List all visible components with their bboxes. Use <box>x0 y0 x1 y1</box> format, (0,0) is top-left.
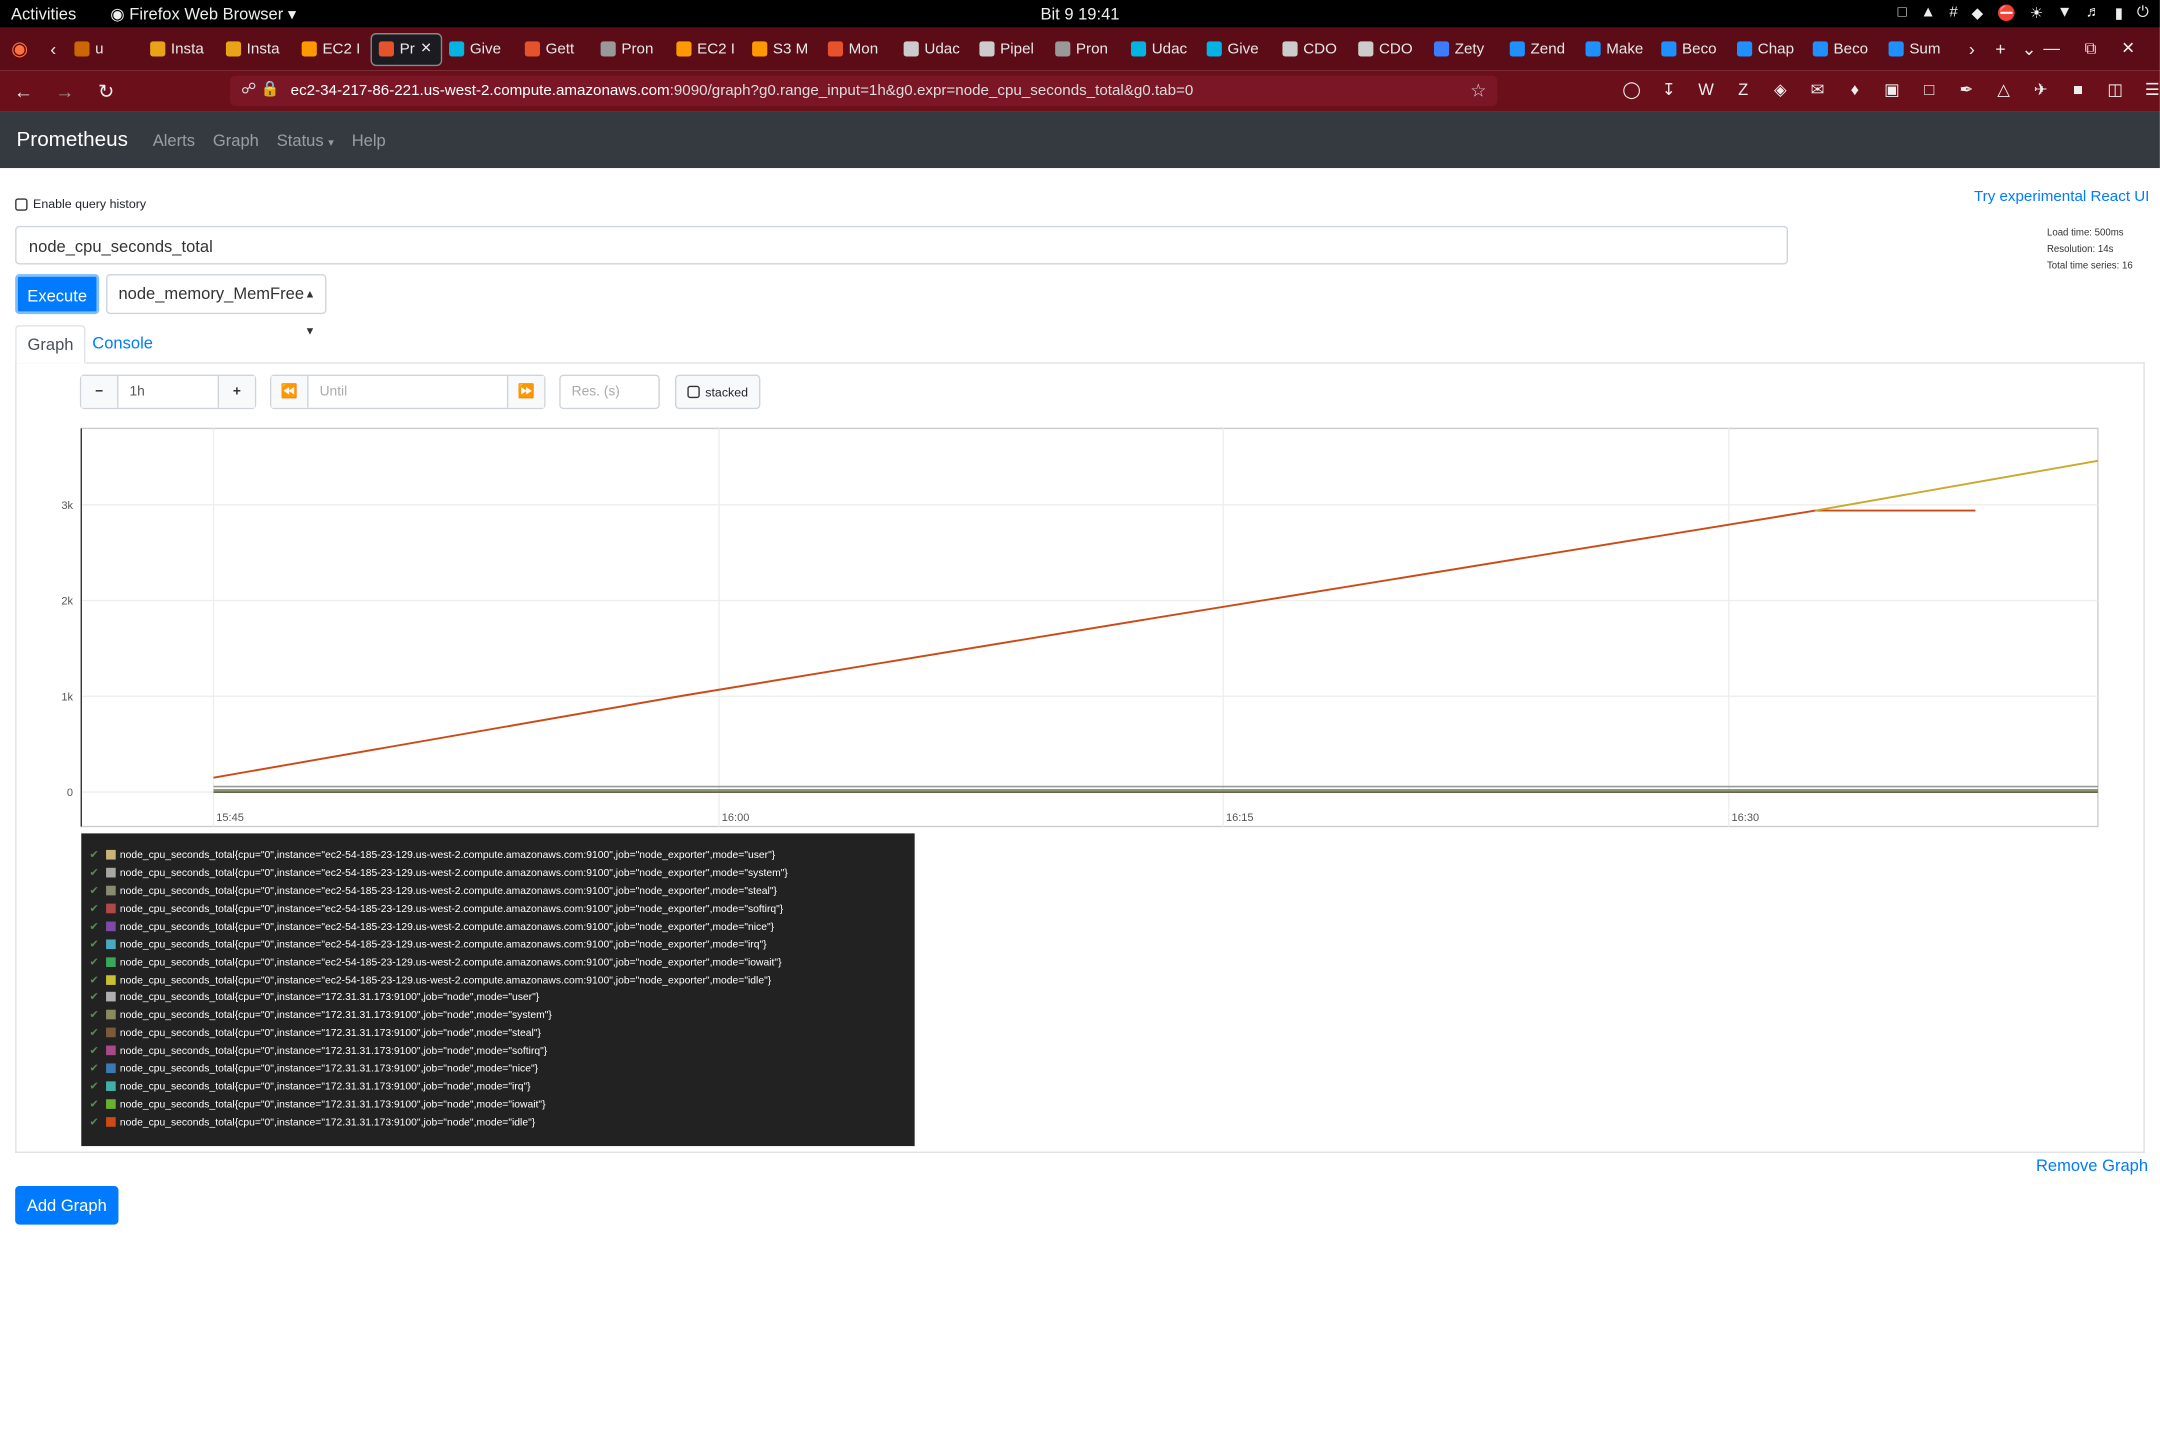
legend-item[interactable]: ✔ node_cpu_seconds_total{cpu="0",instance… <box>90 1060 907 1078</box>
add-graph-button[interactable]: Add Graph <box>15 1186 119 1225</box>
legend-label: node_cpu_seconds_total{cpu="0",instance=… <box>119 955 782 968</box>
legend-label: node_cpu_seconds_total{cpu="0",instance=… <box>119 1026 541 1040</box>
series-swatch <box>106 903 116 913</box>
legend-item[interactable]: ✔ node_cpu_seconds_total{cpu="0",instance… <box>90 1006 907 1024</box>
check-icon[interactable]: ✔ <box>90 955 102 967</box>
graph-chart[interactable]: 0 1k 2k 3k 15:45 16:00 16:15 16:30 <box>0 0 2160 1439</box>
check-icon[interactable]: ✔ <box>90 884 102 896</box>
series-swatch <box>106 938 116 949</box>
legend-item[interactable]: ✔ node_cpu_seconds_total{cpu="0",instance… <box>90 1024 907 1042</box>
check-icon[interactable]: ✔ <box>90 938 102 950</box>
y-tick-label: 0 <box>67 787 73 799</box>
x-tick-label: 16:30 <box>1732 812 1760 824</box>
check-icon[interactable]: ✔ <box>90 1116 102 1128</box>
y-tick-label: 3k <box>61 500 73 512</box>
series-swatch <box>106 849 116 860</box>
remove-graph-link[interactable]: Remove Graph <box>2036 1156 2148 1175</box>
x-tick-label: 16:00 <box>722 812 750 824</box>
x-tick-label: 15:45 <box>216 812 244 824</box>
legend-rows: ✔ node_cpu_seconds_total{cpu="0",instance… <box>90 846 907 1131</box>
check-icon[interactable]: ✔ <box>90 973 102 985</box>
series-swatch <box>106 1028 116 1038</box>
x-tick-label: 16:15 <box>1226 812 1254 824</box>
series-swatch <box>106 1117 116 1127</box>
legend-item[interactable]: ✔ node_cpu_seconds_total{cpu="0",instance… <box>90 971 907 989</box>
series-swatch <box>106 1045 116 1056</box>
legend-label: node_cpu_seconds_total{cpu="0",instance=… <box>119 919 775 933</box>
series-swatch <box>106 992 116 1003</box>
legend-label: node_cpu_seconds_total{cpu="0",instance=… <box>119 937 767 951</box>
series-swatch <box>106 1099 116 1110</box>
legend-item[interactable]: ✔ node_cpu_seconds_total{cpu="0",instance… <box>90 1042 907 1060</box>
series-swatch <box>106 921 116 931</box>
legend-label: node_cpu_seconds_total{cpu="0",instance=… <box>119 973 772 986</box>
check-icon[interactable]: ✔ <box>90 1062 102 1074</box>
legend-item[interactable]: ✔ node_cpu_seconds_total{cpu="0",instance… <box>90 864 907 882</box>
legend-label: node_cpu_seconds_total{cpu="0",instance=… <box>119 1097 546 1111</box>
legend-item[interactable]: ✔ node_cpu_seconds_total{cpu="0",instance… <box>90 953 907 971</box>
legend-item[interactable]: ✔ node_cpu_seconds_total{cpu="0",instance… <box>90 1113 907 1131</box>
legend-item[interactable]: ✔ node_cpu_seconds_total{cpu="0",instance… <box>90 988 907 1006</box>
check-icon[interactable]: ✔ <box>90 991 102 1003</box>
y-tick-label: 2k <box>61 596 73 608</box>
check-icon[interactable]: ✔ <box>90 1080 102 1092</box>
legend-item[interactable]: ✔ node_cpu_seconds_total{cpu="0",instance… <box>90 917 907 935</box>
series-swatch <box>106 1010 116 1020</box>
legend-label: node_cpu_seconds_total{cpu="0",instance=… <box>119 866 788 879</box>
check-icon[interactable]: ✔ <box>90 1045 102 1057</box>
check-icon[interactable]: ✔ <box>90 902 102 914</box>
check-icon[interactable]: ✔ <box>90 1009 102 1021</box>
legend-item[interactable]: ✔ node_cpu_seconds_total{cpu="0",instance… <box>90 1095 907 1113</box>
check-icon[interactable]: ✔ <box>90 1098 102 1110</box>
legend-label: node_cpu_seconds_total{cpu="0",instance=… <box>119 901 784 915</box>
y-tick-label: 1k <box>61 691 73 703</box>
legend-label: node_cpu_seconds_total{cpu="0",instance=… <box>119 848 776 861</box>
series-swatch <box>106 974 116 985</box>
series-swatch <box>106 867 116 878</box>
check-icon[interactable]: ✔ <box>90 920 102 932</box>
legend-label: node_cpu_seconds_total{cpu="0",instance=… <box>119 1062 539 1075</box>
legend-label: node_cpu_seconds_total{cpu="0",instance=… <box>119 884 777 897</box>
legend-label: node_cpu_seconds_total{cpu="0",instance=… <box>119 1044 548 1057</box>
plot-area <box>80 427 2099 828</box>
series-swatch <box>106 1081 116 1092</box>
legend-item[interactable]: ✔ node_cpu_seconds_total{cpu="0",instance… <box>90 1077 907 1095</box>
check-icon[interactable]: ✔ <box>90 1027 102 1039</box>
series-swatch <box>106 1063 116 1074</box>
legend-label: node_cpu_seconds_total{cpu="0",instance=… <box>119 1008 552 1022</box>
legend-label: node_cpu_seconds_total{cpu="0",instance=… <box>119 991 540 1004</box>
series-swatch <box>106 956 116 967</box>
legend-label: node_cpu_seconds_total{cpu="0",instance=… <box>119 1115 536 1129</box>
legend-item[interactable]: ✔ node_cpu_seconds_total{cpu="0",instance… <box>90 899 907 917</box>
legend-label: node_cpu_seconds_total{cpu="0",instance=… <box>119 1080 531 1093</box>
legend-item[interactable]: ✔ node_cpu_seconds_total{cpu="0",instance… <box>90 881 907 899</box>
graph-legend: ✔ node_cpu_seconds_total{cpu="0",instance… <box>81 833 915 1147</box>
screen: Activities ◉ Firefox Web Browser ▾ Bit 9… <box>0 0 2160 1440</box>
legend-item[interactable]: ✔ node_cpu_seconds_total{cpu="0",instance… <box>90 846 907 864</box>
check-icon[interactable]: ✔ <box>90 866 102 878</box>
legend-item[interactable]: ✔ node_cpu_seconds_total{cpu="0",instance… <box>90 935 907 953</box>
check-icon[interactable]: ✔ <box>90 848 102 860</box>
series-swatch <box>106 885 116 896</box>
